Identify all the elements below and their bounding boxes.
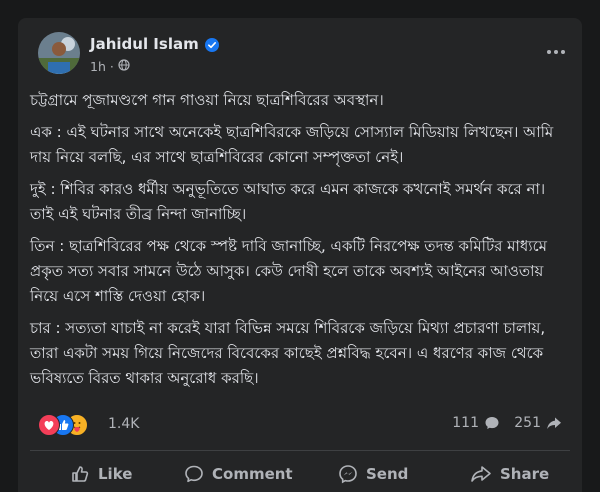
reaction-icons[interactable]	[38, 414, 102, 436]
send-label: Send	[366, 465, 409, 483]
meta-separator: ·	[109, 59, 114, 74]
author-line: Jahidul Islam	[90, 35, 219, 53]
actions-divider	[30, 450, 570, 451]
share-count-value: 251	[514, 415, 541, 431]
share-icon	[471, 466, 491, 482]
more-dots-icon	[547, 50, 565, 54]
comment-label: Comment	[212, 465, 293, 483]
globe-icon[interactable]	[118, 59, 130, 74]
like-button[interactable]: Like	[70, 458, 132, 490]
verified-badge-icon	[204, 37, 219, 52]
send-button[interactable]: Send	[338, 458, 408, 490]
post-paragraph-title: চট্টগ্রামে পূজামণ্ডপে গান গাওয়া নিয়ে ছ…	[30, 91, 384, 109]
post-meta: 1h ·	[90, 59, 130, 74]
post-paragraph-1: এক : এই ঘটনার সাথে অনেকেই ছাত্রশিবিরকে জ…	[30, 123, 554, 166]
share-label: Share	[500, 465, 550, 483]
author-name[interactable]: Jahidul Islam	[90, 35, 199, 53]
post-paragraph-2: দুই : শিবির কারও ধর্মীয় অনুভূতিতে আঘাত …	[30, 180, 546, 223]
post-card: Jahidul Islam 1h · চট্টগ্রামে পূজামণ্ডপে…	[18, 18, 582, 492]
post-paragraph-4: চার : সত্যতা যাচাই না করেই যারা বিভিন্ন …	[30, 319, 546, 387]
reaction-count[interactable]: 1.4K	[108, 416, 139, 432]
comment-icon	[185, 465, 203, 483]
like-label: Like	[98, 465, 133, 483]
more-options-button[interactable]	[544, 40, 568, 64]
share-arrow-icon	[547, 417, 561, 429]
post-text: চট্টগ্রামে পূজামণ্ডপে গান গাওয়া নিয়ে ছ…	[30, 88, 570, 398]
thumbs-up-icon	[72, 466, 89, 482]
avatar-photo	[38, 32, 80, 74]
comment-count-value: 111	[452, 415, 479, 431]
comment-button[interactable]: Comment	[184, 458, 293, 490]
love-icon	[38, 414, 60, 436]
post-paragraph-3: তিন : ছাত্রশিবিরের পক্ষ থেকে স্পষ্ট দাবি…	[30, 237, 547, 305]
reactions-bar: 1.4K 111 251	[38, 414, 562, 436]
comment-count[interactable]: 111	[452, 415, 500, 431]
author-avatar[interactable]	[38, 32, 80, 74]
messenger-icon	[339, 465, 357, 484]
share-button[interactable]: Share	[470, 458, 549, 490]
share-count[interactable]: 251	[514, 415, 562, 431]
comment-bubble-icon	[485, 417, 499, 429]
post-time[interactable]: 1h	[90, 59, 106, 74]
